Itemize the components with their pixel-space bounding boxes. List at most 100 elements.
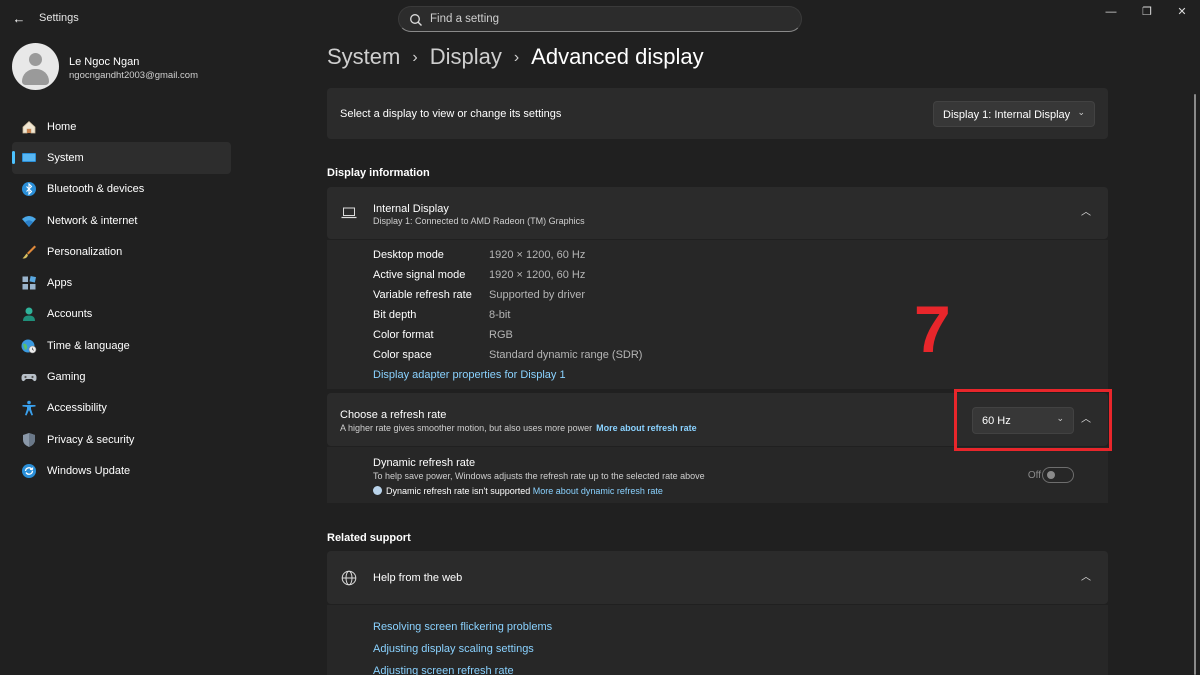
refresh-rate-description: A higher rate gives smoother motion, but…: [340, 423, 697, 433]
sidebar-item-bluetooth[interactable]: Bluetooth & devices: [12, 174, 231, 205]
display-info-header[interactable]: Internal Display Display 1: Connected to…: [327, 187, 1108, 239]
sidebar-item-label: Accessibility: [47, 402, 107, 415]
help-link[interactable]: Adjusting display scaling settings: [373, 643, 534, 655]
system-icon: [22, 152, 36, 162]
dynamic-refresh-toggle[interactable]: [1042, 467, 1074, 483]
info-key: Desktop mode: [373, 249, 444, 261]
chevron-up-icon[interactable]: ︿: [1078, 205, 1094, 221]
dynamic-refresh-description: To help save power, Windows adjusts the …: [373, 471, 705, 481]
minimize-button[interactable]: —: [1101, 4, 1121, 20]
gamepad-icon: [21, 374, 37, 382]
sidebar-item-privacy[interactable]: Privacy & security: [12, 424, 231, 455]
dynamic-refresh-status: Dynamic refresh rate isn't supported Mor…: [373, 485, 663, 496]
info-key: Variable refresh rate: [373, 289, 472, 301]
home-icon: [22, 120, 36, 134]
info-key: Bit depth: [373, 309, 417, 321]
update-icon: [22, 463, 36, 478]
search-input[interactable]: Find a setting: [398, 6, 802, 32]
search-icon: [410, 14, 422, 26]
refresh-rate-title: Choose a refresh rate: [340, 409, 447, 421]
scrollbar[interactable]: [1194, 94, 1196, 675]
toggle-knob: [1047, 471, 1055, 479]
sidebar-item-time-language[interactable]: Time & language: [12, 330, 231, 361]
sidebar-item-personalization[interactable]: Personalization: [12, 236, 231, 267]
more-about-dynamic-refresh-link[interactable]: More about dynamic refresh rate: [533, 486, 663, 496]
sidebar-item-label: Bluetooth & devices: [47, 183, 145, 196]
more-about-refresh-rate-link[interactable]: More about refresh rate: [596, 423, 697, 433]
profile-name: Le Ngoc Ngan: [69, 56, 140, 68]
sidebar-item-accessibility[interactable]: Accessibility: [12, 393, 231, 424]
accessibility-icon: [22, 401, 36, 416]
display-info-details: Desktop mode 1920 × 1200, 60 Hz Active si…: [327, 240, 1108, 389]
step-number: 7: [914, 292, 951, 366]
info-value: 1920 × 1200, 60 Hz: [489, 269, 586, 281]
display-select-value: Display 1: Internal Display: [943, 109, 1071, 121]
breadcrumb-separator: ›: [513, 49, 520, 66]
not-supported-text: Dynamic refresh rate isn't supported: [386, 486, 531, 496]
chevron-up-icon[interactable]: ︿: [1078, 570, 1094, 586]
accounts-icon: [23, 307, 35, 322]
sidebar-item-label: Network & internet: [47, 214, 138, 227]
section-title-display-info: Display information: [327, 167, 430, 179]
laptop-icon: [341, 207, 357, 219]
breadcrumb-display[interactable]: Display: [430, 44, 502, 69]
sidebar-item-label: Home: [47, 120, 77, 133]
info-key: Active signal mode: [373, 269, 466, 281]
sidebar-item-label: Time & language: [47, 339, 130, 352]
sidebar-item-label: Personalization: [47, 245, 123, 258]
sidebar-item-label: Windows Update: [47, 464, 131, 477]
info-icon: [373, 486, 382, 495]
info-value: RGB: [489, 329, 513, 341]
profile-email: ngocngandht2003@gmail.com: [69, 70, 199, 81]
close-button[interactable]: ✕: [1172, 4, 1192, 20]
highlight-box: [954, 389, 1112, 451]
sidebar-item-windows-update[interactable]: Windows Update: [12, 455, 231, 486]
select-display-card: Select a display to view or change its s…: [327, 88, 1108, 139]
sidebar-item-network[interactable]: Network & internet: [12, 205, 231, 236]
sidebar-item-label: Gaming: [47, 371, 86, 384]
info-row: Desktop mode 1920 × 1200, 60 Hz: [373, 249, 585, 261]
info-key: Color space: [373, 349, 432, 361]
sidebar-item-label: Accounts: [47, 308, 93, 321]
help-title: Help from the web: [373, 572, 463, 584]
back-button[interactable]: ←: [10, 10, 28, 28]
help-link[interactable]: Resolving screen flickering problems: [373, 621, 552, 633]
info-row: Bit depth 8-bit: [373, 309, 510, 321]
info-value: Supported by driver: [489, 289, 585, 301]
breadcrumb: System › Display › Advanced display: [327, 44, 704, 70]
display-select[interactable]: Display 1: Internal Display ⌄: [933, 101, 1095, 127]
info-value: 1920 × 1200, 60 Hz: [489, 249, 586, 261]
breadcrumb-separator: ›: [412, 49, 418, 66]
info-value: Standard dynamic range (SDR): [489, 349, 643, 361]
info-key: Color format: [373, 329, 434, 341]
help-link[interactable]: Adjusting screen refresh rate: [373, 665, 514, 675]
sidebar-item-apps[interactable]: Apps: [12, 267, 231, 298]
search-placeholder: Find a setting: [430, 13, 500, 25]
info-row: Active signal mode 1920 × 1200, 60 Hz: [373, 269, 585, 281]
chevron-down-icon: ⌄: [1077, 107, 1085, 117]
shield-icon: [23, 432, 35, 447]
display-subtitle: Display 1: Connected to AMD Radeon (TM) …: [373, 216, 585, 226]
refresh-rate-description-text: A higher rate gives smoother motion, but…: [340, 423, 593, 433]
breadcrumb-system[interactable]: System: [327, 44, 400, 69]
sidebar-item-home[interactable]: Home: [12, 111, 231, 142]
avatar: [12, 43, 59, 90]
title-bar: ← Settings Find a setting — ❐ ✕: [0, 0, 1200, 36]
sidebar-item-accounts[interactable]: Accounts: [12, 299, 231, 330]
dynamic-refresh-title: Dynamic refresh rate: [373, 457, 476, 469]
section-title-related-support: Related support: [327, 532, 411, 544]
apps-icon: [22, 276, 37, 290]
page-title: Advanced display: [531, 44, 704, 69]
dynamic-refresh-row: Dynamic refresh rate To help save power,…: [327, 447, 1108, 503]
sidebar-nav: Home System Bluetooth & devices Network …: [12, 111, 231, 487]
adapter-properties-link[interactable]: Display adapter properties for Display 1: [373, 369, 566, 381]
help-from-web-header[interactable]: Help from the web ︿: [327, 551, 1108, 604]
maximize-button[interactable]: ❐: [1137, 4, 1157, 20]
sidebar-item-gaming[interactable]: Gaming: [12, 361, 231, 392]
brush-icon: [22, 245, 36, 259]
select-display-label: Select a display to view or change its s…: [340, 108, 562, 120]
wifi-icon: [22, 215, 36, 227]
display-name: Internal Display: [373, 203, 449, 215]
sidebar-item-system[interactable]: System: [12, 142, 231, 174]
sidebar-item-label: Privacy & security: [47, 433, 135, 446]
